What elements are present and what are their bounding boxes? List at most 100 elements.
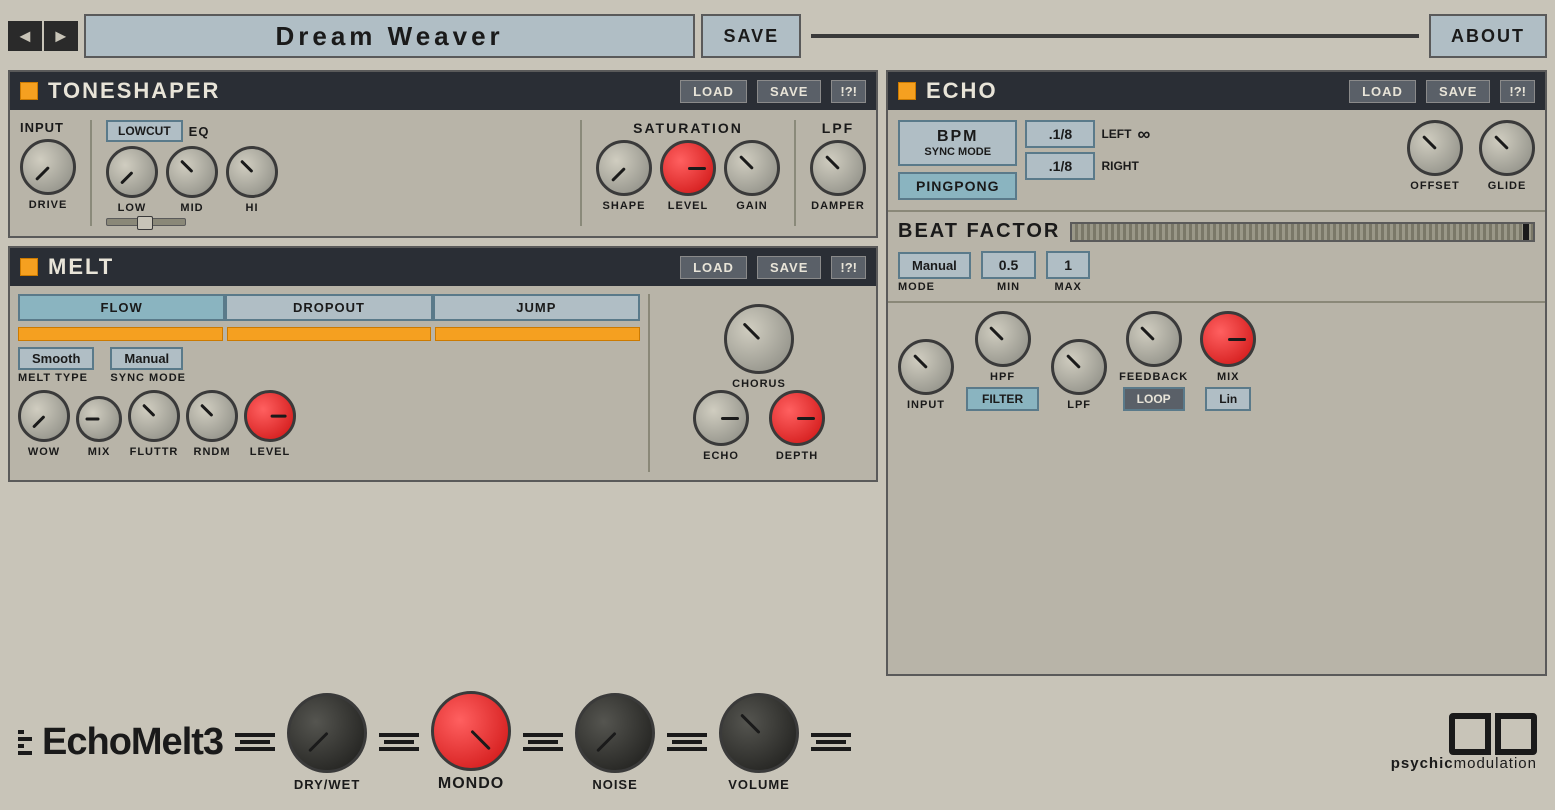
melt-tab-flow[interactable]: FLOW <box>18 294 225 321</box>
depth-knob[interactable] <box>769 390 825 446</box>
melt-panel: MELT LOAD SAVE !?! FLOW DROPOUT JUMP <box>8 246 878 482</box>
bf-slider-container[interactable] <box>1070 222 1535 242</box>
ts-lpf-section: LPF DAMPER <box>810 120 866 212</box>
melt-type-button[interactable]: Smooth <box>18 347 94 370</box>
feedback-knob[interactable] <box>1126 311 1182 367</box>
shape-knob[interactable] <box>596 140 652 196</box>
eq-line-15 <box>811 747 851 751</box>
volume-knob[interactable] <box>719 693 799 773</box>
noise-label: NOISE <box>592 777 637 792</box>
melt-sync-button[interactable]: Manual <box>110 347 183 370</box>
glide-knob[interactable] <box>1479 120 1535 176</box>
melt-tab-jump[interactable]: JUMP <box>433 294 640 321</box>
filter-button[interactable]: FILTER <box>966 387 1039 411</box>
gain-knob[interactable] <box>724 140 780 196</box>
eq-line-1 <box>235 733 275 737</box>
echo-knob-container: ECHO <box>693 390 749 462</box>
bf-mode-button[interactable]: Manual <box>898 252 971 279</box>
about-button[interactable]: ABOUT <box>1429 14 1547 58</box>
toneshaper-header: TONESHAPER LOAD SAVE !?! <box>10 72 876 110</box>
fluttr-label: FLUTTR <box>130 446 179 458</box>
melt-knobs-row: WOW MIX FLUTTR <box>18 390 640 458</box>
eq-knobs-row: LOW MID HI <box>106 146 566 214</box>
eq-slider[interactable] <box>106 218 186 226</box>
toneshaper-load-button[interactable]: LOAD <box>680 80 747 103</box>
melt-tab-dropout[interactable]: DROPOUT <box>225 294 432 321</box>
right-delay-box[interactable]: .1/8 <box>1025 152 1095 180</box>
melt-title: MELT <box>48 254 670 280</box>
dry-wet-knob[interactable] <box>287 693 367 773</box>
echo-depth-row: ECHO DEPTH <box>693 390 825 462</box>
echo-mix-knob[interactable] <box>1200 311 1256 367</box>
eq-divider-5 <box>811 733 851 751</box>
sat-knobs-row: SHAPE LEVEL GAIN <box>596 140 780 212</box>
wow-knob-container: WOW <box>18 390 70 458</box>
ts-divider-2 <box>580 120 582 226</box>
echo-save-button[interactable]: SAVE <box>1426 80 1490 103</box>
lpf-knob[interactable] <box>1051 339 1107 395</box>
mondo-knob[interactable] <box>431 691 511 771</box>
echo-warn-button[interactable]: !?! <box>1500 80 1535 103</box>
hi-knob[interactable] <box>226 146 278 198</box>
wow-knob[interactable] <box>18 390 70 442</box>
shape-label: SHAPE <box>603 200 646 212</box>
rndm-knob[interactable] <box>186 390 238 442</box>
rndm-knob-container: RNDM <box>186 390 238 458</box>
eq-line-3 <box>235 747 275 751</box>
hpf-knob[interactable] <box>975 311 1031 367</box>
save-top-button[interactable]: SAVE <box>701 14 801 58</box>
bf-min-box[interactable]: 0.5 <box>981 251 1036 279</box>
echomelt-logo-text: EchoMelt3 <box>42 721 223 764</box>
low-knob[interactable] <box>106 146 158 198</box>
damper-knob[interactable] <box>810 140 866 196</box>
gain-knob-container: GAIN <box>724 140 780 212</box>
chorus-knob[interactable] <box>724 304 794 374</box>
melt-level-knob[interactable] <box>244 390 296 442</box>
melt-type-sub: MELT TYPE <box>18 372 88 384</box>
toneshaper-warn-button[interactable]: !?! <box>831 80 866 103</box>
bf-mode-label: MODE <box>898 281 935 293</box>
echo-mix-knob-container: MIX Lin <box>1200 311 1256 411</box>
psych-sq-left <box>1449 713 1491 755</box>
echo-input-knob[interactable] <box>898 339 954 395</box>
melt-mix-knob[interactable] <box>76 396 122 442</box>
melt-load-button[interactable]: LOAD <box>680 256 747 279</box>
logo-line-1 <box>18 730 24 734</box>
echo-knob[interactable] <box>693 390 749 446</box>
noise-group: NOISE <box>575 693 655 792</box>
prev-button[interactable]: ◄ <box>8 21 42 51</box>
melt-save-button[interactable]: SAVE <box>757 256 821 279</box>
left-delay-box[interactable]: .1/8 <box>1025 120 1095 148</box>
noise-knob[interactable] <box>575 693 655 773</box>
melt-bar-jump <box>435 327 640 341</box>
offset-knob[interactable] <box>1407 120 1463 176</box>
logo-line-4 <box>18 751 32 755</box>
loop-button[interactable]: LOOP <box>1123 387 1185 411</box>
psych-squares <box>1449 713 1537 755</box>
fluttr-knob[interactable] <box>128 390 180 442</box>
logo-line-2 <box>18 737 32 741</box>
mid-knob[interactable] <box>166 146 218 198</box>
glide-label: GLIDE <box>1488 180 1527 192</box>
melt-level-knob-container: LEVEL <box>244 390 296 458</box>
eq-line-5 <box>384 740 414 744</box>
lowcut-badge[interactable]: LOWCUT <box>106 120 183 142</box>
echo-input-knob-container: INPUT <box>898 339 954 411</box>
lin-button[interactable]: Lin <box>1205 387 1251 411</box>
echo-top-content: BPM SYNC MODE PINGPONG .1/8 LEFT <box>888 110 1545 210</box>
feedback-label: FEEDBACK <box>1119 371 1188 383</box>
toneshaper-indicator <box>20 82 38 100</box>
dry-wet-group: DRY/WET <box>287 693 367 792</box>
drive-knob[interactable] <box>20 139 76 195</box>
sat-level-knob[interactable] <box>660 140 716 196</box>
bf-max-box[interactable]: 1 <box>1046 251 1090 279</box>
eq-line-13 <box>811 733 851 737</box>
bf-slider-thumb <box>1523 224 1529 240</box>
pingpong-button[interactable]: PINGPONG <box>898 172 1017 200</box>
melt-indicator <box>20 258 38 276</box>
toneshaper-title: TONESHAPER <box>48 78 670 104</box>
next-button[interactable]: ► <box>44 21 78 51</box>
echo-load-button[interactable]: LOAD <box>1349 80 1416 103</box>
toneshaper-save-button[interactable]: SAVE <box>757 80 821 103</box>
melt-warn-button[interactable]: !?! <box>831 256 866 279</box>
